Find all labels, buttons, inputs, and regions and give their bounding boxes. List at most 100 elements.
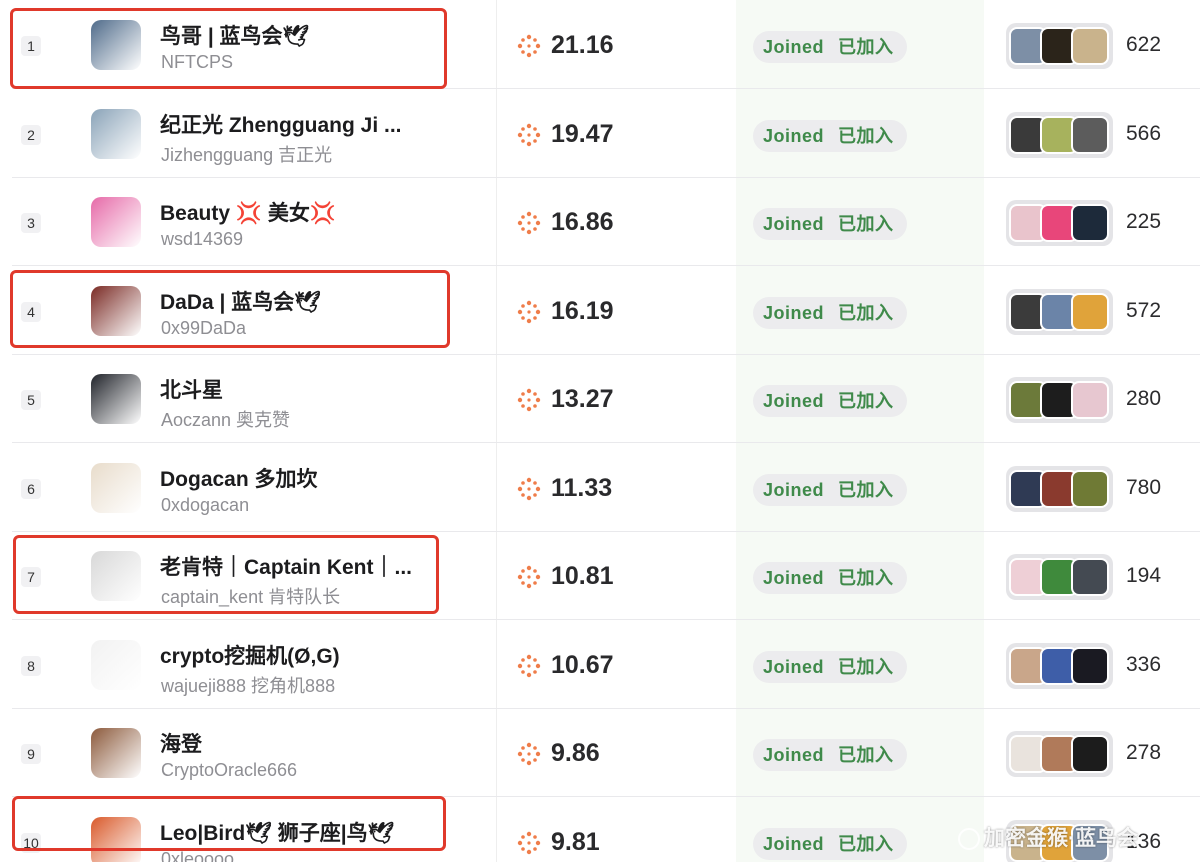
rank-badge: 2: [21, 124, 41, 145]
score-value: 11.33: [551, 473, 613, 502]
member-count: 280: [1126, 387, 1162, 410]
member-count: 336: [1126, 652, 1162, 676]
joined-button[interactable]: Joined 已加入: [753, 562, 907, 594]
weibo-icon: [958, 828, 980, 851]
score-value: 10.81: [551, 562, 614, 590]
joined-label-en: Joined: [763, 479, 825, 500]
user-handle: wsd14369: [161, 229, 244, 249]
joined-button[interactable]: Joined 已加入: [753, 473, 907, 506]
joined-button[interactable]: Joined 已加入: [753, 208, 907, 240]
joined-label-en: Joined: [763, 125, 825, 146]
joined-label-cn: 已加入: [838, 37, 894, 57]
joined-label-cn: 已加入: [838, 656, 894, 677]
score-value: 21.16: [551, 31, 614, 59]
table-row[interactable]: 2 纪正光 Zhengguang Ji ... Jizhengguang 吉正光…: [0, 90, 1200, 178]
highlight-box-row-7: [13, 535, 439, 614]
user-name[interactable]: 北斗星: [160, 374, 223, 404]
user-handle: wajueji888 挖角机888: [161, 675, 336, 696]
member-count: 622: [1126, 33, 1162, 56]
joined-label-en: Joined: [763, 214, 825, 234]
joined-label-en: Joined: [763, 833, 825, 854]
member-avatars[interactable]: [1006, 200, 1113, 246]
joined-label-cn: 已加入: [838, 568, 894, 588]
joined-label-en: Joined: [763, 745, 825, 765]
avatar-image: [91, 197, 141, 247]
member-avatars[interactable]: [1006, 642, 1113, 689]
joined-label-en: Joined: [763, 391, 825, 411]
user-name[interactable]: 海登: [160, 728, 202, 758]
avatar[interactable]: [91, 728, 141, 778]
rank-badge: 5: [21, 390, 41, 410]
user-name[interactable]: Beauty 💢 美女💢: [160, 197, 336, 227]
score-value: 13.27: [551, 385, 614, 413]
orange-dots-icon: [517, 477, 541, 500]
avatar-image: [91, 108, 141, 159]
member-avatars[interactable]: [1006, 554, 1113, 600]
joined-label-en: Joined: [763, 37, 825, 57]
orange-dots-icon: [517, 123, 541, 146]
joined-button[interactable]: Joined 已加入: [753, 827, 907, 860]
orange-dots-icon: [517, 211, 541, 235]
joined-button[interactable]: Joined 已加入: [753, 385, 907, 417]
user-name[interactable]: 纪正光 Zhengguang Ji ...: [160, 109, 402, 139]
highlight-box-row-4: [10, 270, 450, 348]
avatar[interactable]: [91, 108, 141, 159]
rank-badge: 3: [21, 213, 41, 233]
avatar[interactable]: [91, 639, 141, 690]
member-avatars[interactable]: [1006, 377, 1113, 423]
member-avatar: [1071, 469, 1109, 508]
table-row[interactable]: 3 Beauty 💢 美女💢 wsd14369 16.86 Joined 已加入 …: [0, 178, 1200, 266]
joined-button[interactable]: Joined 已加入: [753, 296, 907, 329]
member-avatars[interactable]: [1006, 731, 1113, 777]
joined-label-cn: 已加入: [838, 479, 894, 500]
table-row[interactable]: 6 Dogacan 多加坎 0xdogacan 11.33 Joined 已加入 …: [0, 444, 1200, 532]
member-count: 780: [1126, 475, 1162, 499]
avatar[interactable]: [91, 197, 141, 247]
user-name[interactable]: crypto挖掘机(Ø,G): [160, 640, 340, 670]
orange-dots-icon: [517, 742, 541, 766]
orange-dots-icon: [517, 300, 541, 323]
joined-button[interactable]: Joined 已加入: [753, 119, 907, 152]
user-name[interactable]: Dogacan 多加坎: [160, 463, 318, 493]
joined-button[interactable]: Joined 已加入: [753, 31, 907, 63]
orange-dots-icon: [517, 34, 541, 58]
highlight-box-row-1: [10, 8, 447, 89]
leaderboard: 1 鸟哥 | 蓝鸟会🕊 NFTCPS 21.16 Joined 已加入 622 2…: [0, 0, 1200, 862]
score-value: 9.81: [551, 827, 600, 856]
table-row[interactable]: 9 海登 CryptoOracle666 9.86 Joined 已加入 278: [0, 709, 1200, 797]
member-count: 225: [1126, 210, 1162, 233]
joined-label-en: Joined: [763, 656, 825, 677]
score-value: 16.86: [551, 208, 614, 236]
member-count: 194: [1126, 564, 1162, 587]
score-value: 9.86: [551, 739, 600, 767]
member-avatar: [1071, 204, 1109, 242]
orange-dots-icon: [517, 654, 541, 677]
joined-label-cn: 已加入: [838, 302, 894, 323]
table-row[interactable]: 5 北斗星 Aoczann 奥克赞 13.27 Joined 已加入 280: [0, 355, 1200, 443]
rank-badge: 9: [21, 744, 41, 764]
orange-dots-icon: [517, 565, 541, 589]
member-avatar: [1071, 115, 1109, 154]
joined-label-en: Joined: [763, 302, 825, 323]
member-avatars[interactable]: [1006, 23, 1113, 69]
joined-label-cn: 已加入: [838, 391, 894, 411]
avatar-image: [91, 639, 141, 690]
avatar[interactable]: [91, 374, 141, 424]
table-row[interactable]: 8 crypto挖掘机(Ø,G) wajueji888 挖角机888 10.67…: [0, 621, 1200, 709]
member-count: 278: [1126, 741, 1162, 764]
joined-label-cn: 已加入: [838, 125, 894, 146]
joined-button[interactable]: Joined 已加入: [753, 650, 907, 683]
joined-button[interactable]: Joined 已加入: [753, 739, 907, 771]
member-avatar: [1071, 558, 1109, 596]
member-avatars[interactable]: [1006, 111, 1113, 158]
user-handle: Jizhengguang 吉正光: [161, 144, 333, 165]
member-avatar: [1071, 27, 1109, 65]
member-avatars[interactable]: [1006, 288, 1113, 335]
user-handle: Aoczann 奥克赞: [161, 410, 291, 430]
member-avatars[interactable]: [1006, 465, 1113, 512]
member-avatar: [1071, 292, 1109, 331]
orange-dots-icon: [517, 388, 541, 412]
watermark-text: 加密金猴·蓝鸟会: [984, 827, 1138, 850]
avatar[interactable]: [91, 462, 141, 513]
avatar-image: [91, 374, 141, 424]
